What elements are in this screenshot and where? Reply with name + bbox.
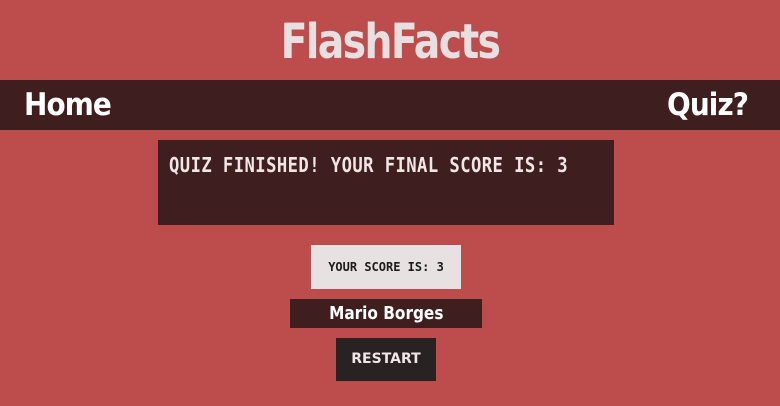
top-navbar: Home Quiz? <box>0 80 780 130</box>
app-logo: FlashFacts <box>280 14 501 70</box>
player-name: Mario Borges <box>290 299 482 328</box>
result-panel: QUIZ FINISHED! YOUR FINAL SCORE IS: 3 <box>158 140 614 225</box>
score-display: YOUR SCORE IS: 3 <box>311 245 461 289</box>
player-name-text: Mario Borges <box>328 303 444 324</box>
nav-quiz-link[interactable]: Quiz? <box>667 80 749 130</box>
restart-button[interactable]: RESTART <box>336 338 436 381</box>
final-score-message: QUIZ FINISHED! YOUR FINAL SCORE IS: 3 <box>169 153 569 177</box>
nav-home-link[interactable]: Home <box>24 80 112 130</box>
